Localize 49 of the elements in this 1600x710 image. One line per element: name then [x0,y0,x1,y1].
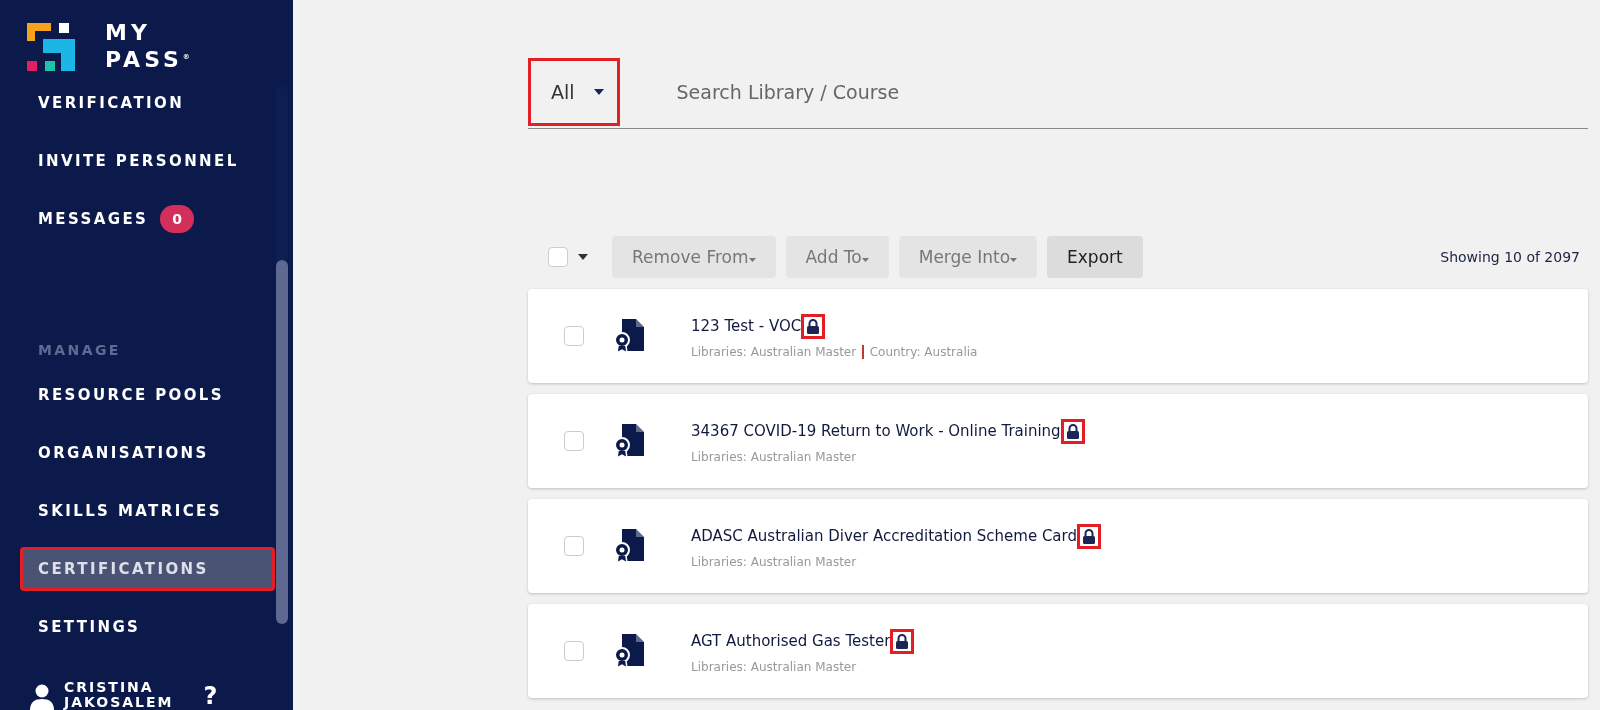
course-card[interactable]: AGT Authorised Gas Tester Libraries: Australian Master [528,604,1588,698]
caret-icon [578,254,588,260]
toolbar-button[interactable]: Export [1047,236,1143,278]
sidebar-item[interactable]: INVITE PERSONNEL [20,139,275,183]
search-field[interactable]: Search Library / Course [674,80,1588,104]
row-checkbox[interactable] [564,536,584,556]
certificate-document-icon [614,319,646,353]
sidebar-item[interactable]: ORGANISATIONS [20,431,275,475]
certificate-document-icon [614,634,646,668]
filter-dropdown[interactable]: All [528,58,620,126]
logo-mark-icon [27,23,75,71]
lock-icon [1082,528,1096,544]
course-meta: Libraries: Australian Master [691,449,857,464]
course-title: 123 Test - VOC [691,317,802,335]
course-meta: Country: Australia [869,344,978,359]
row-checkbox[interactable] [564,431,584,451]
sidebar-item[interactable]: RESOURCE POOLS [20,373,275,417]
course-title: AGT Authorised Gas Tester [691,632,891,650]
sidebar-item[interactable]: VERIFICATION [20,81,275,125]
course-card[interactable]: ADASC Australian Diver Accreditation Scheme Card Libraries: Australian Master [528,499,1588,593]
sidebar-item[interactable]: CERTIFICATIONS [20,547,275,591]
select-all-checkbox[interactable] [548,247,568,267]
caret-icon [592,89,605,95]
sidebar-item[interactable]: SETTINGS [20,605,275,649]
course-title: 34367 COVID-19 Return to Work - Online Training [691,422,1061,440]
course-meta: Libraries: Australian Master [691,344,857,359]
scrollbar-thumb[interactable] [276,260,288,624]
sidebar-item[interactable]: MESSAGES 0 [20,197,275,241]
course-meta: Libraries: Australian Master [691,554,857,569]
row-checkbox[interactable] [564,641,584,661]
course-title: ADASC Australian Diver Accreditation Scheme Card [691,527,1077,545]
section-title: MANAGE [37,342,122,358]
sidebar-item[interactable]: SKILLS MATRICES [20,489,275,533]
user-icon [30,684,54,710]
lock-icon [1065,423,1080,439]
help-icon[interactable]: ? [203,682,218,710]
course-card[interactable]: 123 Test - VOC Libraries: Australian Master Country: Australia [528,289,1588,383]
lock-icon [895,633,910,649]
row-checkbox[interactable] [564,326,584,346]
lock-icon [806,318,821,334]
result-count: Showing 10 of 2097 [1440,249,1581,265]
certificate-document-icon [614,424,646,458]
user-last-name: JAKOSALEM [64,695,174,710]
certificate-document-icon [614,529,646,563]
logo-text: MY PASS$^{®}$ [105,21,190,73]
user-first-name: CRISTINA [64,680,155,695]
course-meta: Libraries: Australian Master [691,659,857,674]
course-card[interactable]: 34367 COVID-19 Return to Work - Online Training Libraries: Australian Master [528,394,1588,488]
count-badge: 0 [160,205,195,233]
